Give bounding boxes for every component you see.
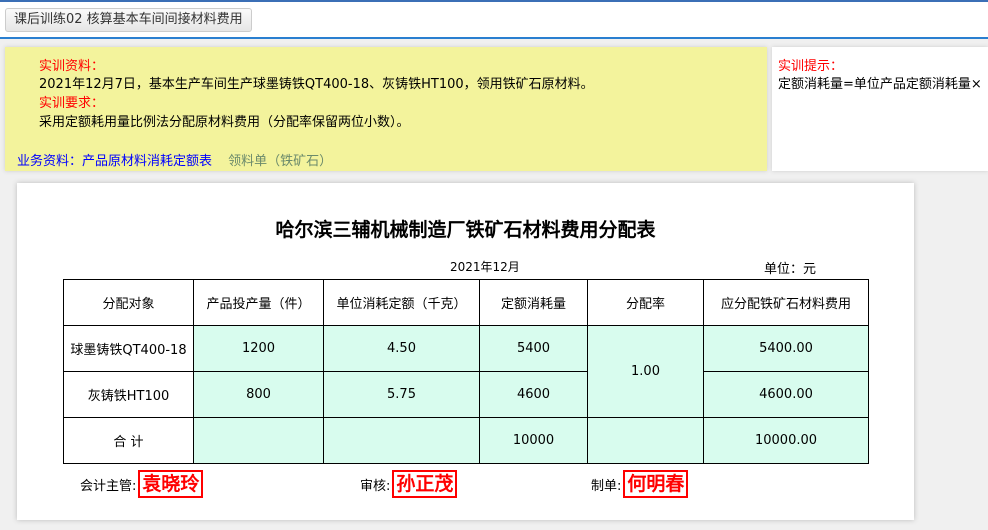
link-quota-table[interactable]: 业务资料：产品原材料消耗定额表	[17, 154, 212, 169]
hint-panel: 实训提示： 定额消耗量=单位产品定额消耗量×	[772, 47, 988, 171]
sheet-unit: 单位：元	[764, 262, 817, 277]
qty-input[interactable]: 1200	[193, 325, 324, 372]
signature-stamp: 孙正茂	[392, 470, 458, 498]
material-label: 实训资料：	[39, 59, 105, 74]
material-text: 2021年12月7日，基本生产车间生产球墨铸铁QT400-18、灰铸铁HT100…	[39, 77, 594, 92]
header-cell: 单位消耗定额（千克）	[323, 279, 480, 326]
signature-reviewer: 审核: 孙正茂	[360, 470, 458, 498]
total-qty-input[interactable]	[193, 417, 324, 464]
requirement-text: 采用定额耗用量比例法分配原材料费用（分配率保留两位小数）。	[39, 115, 410, 130]
allocation-table: 分配对象 产品投产量（件） 单位消耗定额（千克） 定额消耗量 分配率 应分配铁矿…	[63, 279, 869, 464]
requirement-label: 实训要求：	[39, 96, 105, 111]
signature-preparer: 制单: 何明春	[591, 470, 689, 498]
table-header-row: 分配对象 产品投产量（件） 单位消耗定额（千克） 定额消耗量 分配率 应分配铁矿…	[63, 279, 869, 326]
consumption-input[interactable]: 5400	[479, 325, 588, 372]
total-quota-input[interactable]	[323, 417, 480, 464]
header-cell: 分配率	[587, 279, 704, 326]
signature-label: 审核:	[360, 478, 391, 494]
amount-input[interactable]: 5400.00	[703, 325, 869, 372]
header-cell: 分配对象	[63, 279, 194, 326]
table-row: 灰铸铁HT100 800 5.75 4600 4600.00	[63, 371, 869, 418]
table-row: 球墨铸铁QT400-18 1200 4.50 5400 1.00 5400.00	[63, 325, 869, 418]
signature-stamp: 袁晓玲	[138, 470, 204, 498]
signature-stamp: 何明春	[623, 470, 689, 498]
hint-text: 定额消耗量=单位产品定额消耗量×	[778, 77, 982, 92]
tab-exercise[interactable]: 课后训练02 核算基本车间间接材料费用	[5, 8, 252, 32]
signature-label: 制单:	[591, 478, 622, 494]
product-name: 球墨铸铁QT400-18	[63, 325, 194, 372]
quota-input[interactable]: 4.50	[323, 325, 480, 372]
header-cell: 定额消耗量	[479, 279, 588, 326]
total-amount-input[interactable]: 10000.00	[703, 417, 869, 464]
link-requisition[interactable]: 领料单（铁矿石）	[228, 154, 332, 169]
hint-label: 实训提示：	[778, 59, 844, 74]
sheet-title: 哈尔滨三辅机械制造厂铁矿石材料费用分配表	[275, 219, 656, 241]
sheet-date: 2021年12月	[450, 260, 520, 274]
total-consumption-input[interactable]: 10000	[479, 417, 588, 464]
total-row: 合 计 10000 10000.00	[63, 417, 869, 464]
rate-input[interactable]: 1.00	[587, 325, 704, 418]
total-rate-input[interactable]	[587, 417, 704, 464]
quota-input[interactable]: 5.75	[323, 371, 480, 418]
amount-input[interactable]: 4600.00	[703, 371, 869, 418]
header-cell: 应分配铁矿石材料费用	[703, 279, 869, 326]
signature-label: 会计主管:	[80, 478, 137, 494]
top-bar: 课后训练02 核算基本车间间接材料费用	[0, 0, 988, 39]
consumption-input[interactable]: 4600	[479, 371, 588, 418]
qty-input[interactable]: 800	[193, 371, 324, 418]
product-name: 灰铸铁HT100	[63, 371, 194, 418]
info-panel: 实训资料： 2021年12月7日，基本生产车间生产球墨铸铁QT400-18、灰铸…	[5, 47, 767, 171]
allocation-sheet: 哈尔滨三辅机械制造厂铁矿石材料费用分配表 2021年12月 单位：元 分配对象 …	[17, 183, 914, 520]
signature-supervisor: 会计主管: 袁晓玲	[80, 470, 204, 498]
header-cell: 产品投产量（件）	[193, 279, 324, 326]
total-label: 合 计	[63, 417, 194, 464]
